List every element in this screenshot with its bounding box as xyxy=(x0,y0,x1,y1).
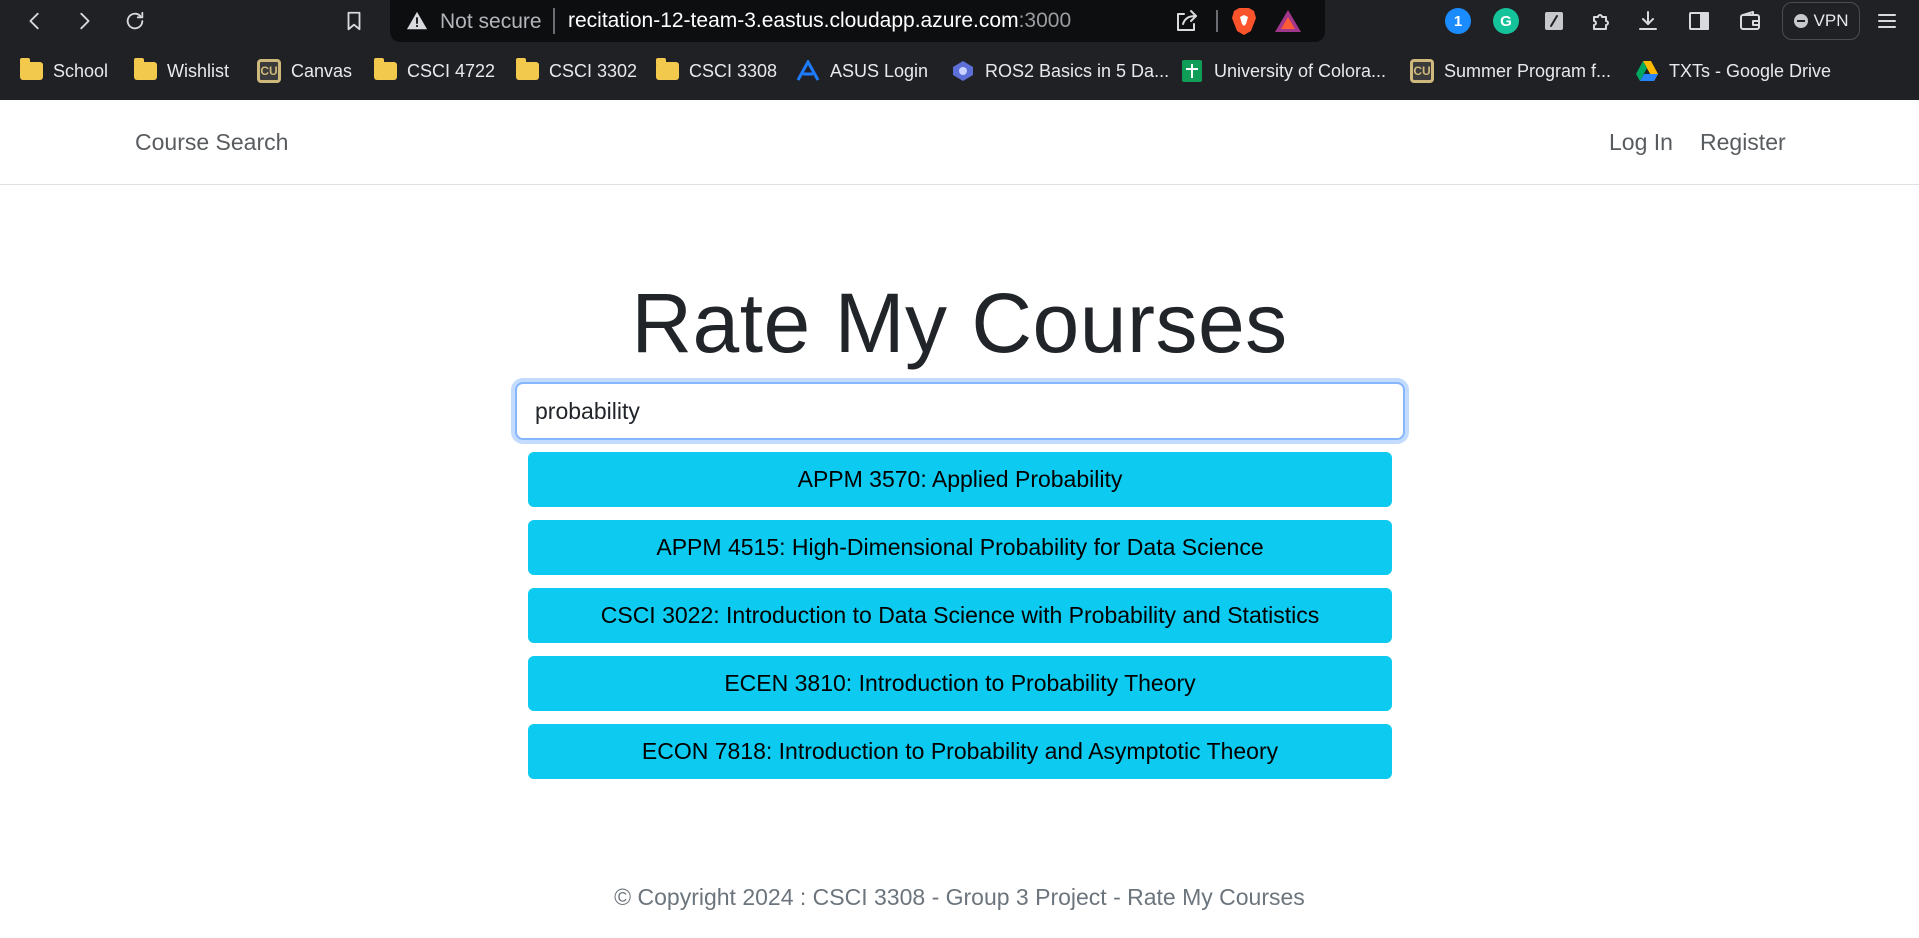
puzzle-icon xyxy=(1593,14,1609,30)
course-result-button[interactable]: APPM 3570: Applied Probability xyxy=(528,452,1392,507)
course-result-button[interactable]: APPM 4515: High-Dimensional Probability … xyxy=(528,520,1392,575)
vpn-label: VPN xyxy=(1813,11,1849,30)
wallet-button[interactable] xyxy=(1735,6,1765,36)
bookmark-item[interactable]: Wishlist xyxy=(134,56,229,86)
address-bar[interactable]: Not secure recitation-12-team-3.eastus.c… xyxy=(390,0,1325,42)
warning-icon xyxy=(406,10,428,32)
bookmark-item[interactable]: CU Summer Program f... xyxy=(1410,56,1611,86)
bookmark-label: ASUS Login xyxy=(830,60,929,81)
bookmark-label: Summer Program f... xyxy=(1444,60,1612,81)
bookmark-label: Wishlist xyxy=(167,60,229,81)
bookmark-item[interactable]: CSCI 3302 xyxy=(516,56,637,86)
chevron-left-icon xyxy=(29,12,39,30)
sidebar-toggle-button[interactable] xyxy=(1684,6,1714,36)
cu-logo-icon: CU xyxy=(1410,59,1434,83)
course-result-button[interactable]: ECEN 3810: Introduction to Probability T… xyxy=(528,656,1392,711)
security-label[interactable]: Not secure xyxy=(440,10,542,34)
grammarly-icon: G xyxy=(1493,8,1519,34)
brave-shields-icon[interactable] xyxy=(1230,6,1258,36)
forward-button[interactable] xyxy=(67,4,101,38)
nav-login-link[interactable]: Log In xyxy=(1609,129,1673,156)
download-icon xyxy=(1639,11,1657,30)
bookmark-item[interactable]: ROS2 Basics in 5 Da... xyxy=(951,56,1169,86)
bookmark-label: TXTs - Google Drive xyxy=(1669,60,1832,81)
sheets-icon xyxy=(1182,60,1202,82)
bookmark-item[interactable]: TXTs - Google Drive xyxy=(1635,56,1831,86)
nav-register-link[interactable]: Register xyxy=(1700,129,1786,156)
divider xyxy=(553,8,555,34)
page-title: Rate My Courses xyxy=(631,276,1288,370)
drive-icon xyxy=(1636,61,1658,81)
grammarly-extension[interactable]: G xyxy=(1491,6,1521,36)
course-result-button[interactable]: CSCI 3022: Introduction to Data Science … xyxy=(528,588,1392,643)
url-host: recitation-12-team-3.eastus.cloudapp.azu… xyxy=(568,9,1019,32)
course-search-input[interactable] xyxy=(515,382,1405,440)
wallet-icon xyxy=(1740,11,1760,30)
url-text[interactable]: recitation-12-team-3.eastus.cloudapp.azu… xyxy=(568,9,1071,33)
bookmark-item[interactable]: ASUS Login xyxy=(796,56,928,86)
folder-icon xyxy=(134,58,157,80)
bookmark-item[interactable]: School xyxy=(20,56,108,86)
bookmarks-bar: School Wishlist CU Canvas CSCI 4722 CSCI … xyxy=(0,50,1919,132)
bookmark-item[interactable]: CSCI 4722 xyxy=(374,56,495,86)
share-icon[interactable] xyxy=(1173,8,1199,34)
browser-chrome: Not secure recitation-12-team-3.eastus.c… xyxy=(0,0,1919,132)
reload-icon xyxy=(126,11,144,30)
back-button[interactable] xyxy=(18,4,52,38)
course-result-button[interactable]: ECON 7818: Introduction to Probability a… xyxy=(528,724,1392,779)
extension-button[interactable] xyxy=(1539,6,1569,36)
bookmark-label: CSCI 3308 xyxy=(689,60,778,81)
ros-icon xyxy=(953,61,973,81)
sidebar-icon xyxy=(1689,12,1709,30)
folder-icon xyxy=(374,58,397,80)
reload-button[interactable] xyxy=(118,4,152,38)
folder-icon xyxy=(656,58,679,80)
cu-logo-icon: CU xyxy=(257,59,281,83)
bookmark-label: ROS2 Basics in 5 Da... xyxy=(985,60,1170,81)
bookmark-page-button[interactable] xyxy=(337,4,371,38)
asus-icon xyxy=(796,60,820,81)
site-navbar: Course Search Log In Register xyxy=(0,100,1919,185)
bookmark-item[interactable]: University of Colora... xyxy=(1180,56,1386,86)
browser-menu-button[interactable] xyxy=(1872,6,1902,36)
downloads-button[interactable] xyxy=(1633,6,1663,36)
hamburger-menu-icon xyxy=(1878,14,1896,28)
bookmark-label: CSCI 3302 xyxy=(549,60,638,81)
nav-course-search-link[interactable]: Course Search xyxy=(135,129,288,156)
bookmark-label: School xyxy=(53,60,109,81)
bookmark-item[interactable]: CSCI 3308 xyxy=(656,56,777,86)
url-port: :3000 xyxy=(1018,9,1072,32)
bookmark-icon xyxy=(347,11,361,31)
bookmark-label: CSCI 4722 xyxy=(407,60,496,81)
chevron-right-icon xyxy=(80,12,90,30)
folder-icon xyxy=(516,58,539,80)
divider xyxy=(1216,10,1218,32)
bookmark-label: University of Colora... xyxy=(1214,60,1387,81)
1password-icon: 1 xyxy=(1445,8,1471,34)
page-footer: © Copyright 2024 : CSCI 3308 - Group 3 P… xyxy=(614,884,1305,910)
vpn-status-icon xyxy=(1793,14,1808,28)
slash-extension-icon xyxy=(1545,12,1563,30)
1password-extension[interactable]: 1 xyxy=(1443,6,1473,36)
vpn-button[interactable]: VPN xyxy=(1782,2,1860,40)
bookmark-item[interactable]: CU Canvas xyxy=(257,56,352,86)
folder-icon xyxy=(20,58,43,80)
brave-rewards-icon[interactable] xyxy=(1274,8,1302,34)
browser-toolbar: Not secure recitation-12-team-3.eastus.c… xyxy=(0,0,1919,42)
extensions-menu-button[interactable] xyxy=(1586,6,1616,36)
bookmark-label: Canvas xyxy=(291,60,353,81)
search-results-list: APPM 3570: Applied Probability APPM 4515… xyxy=(528,452,1392,792)
